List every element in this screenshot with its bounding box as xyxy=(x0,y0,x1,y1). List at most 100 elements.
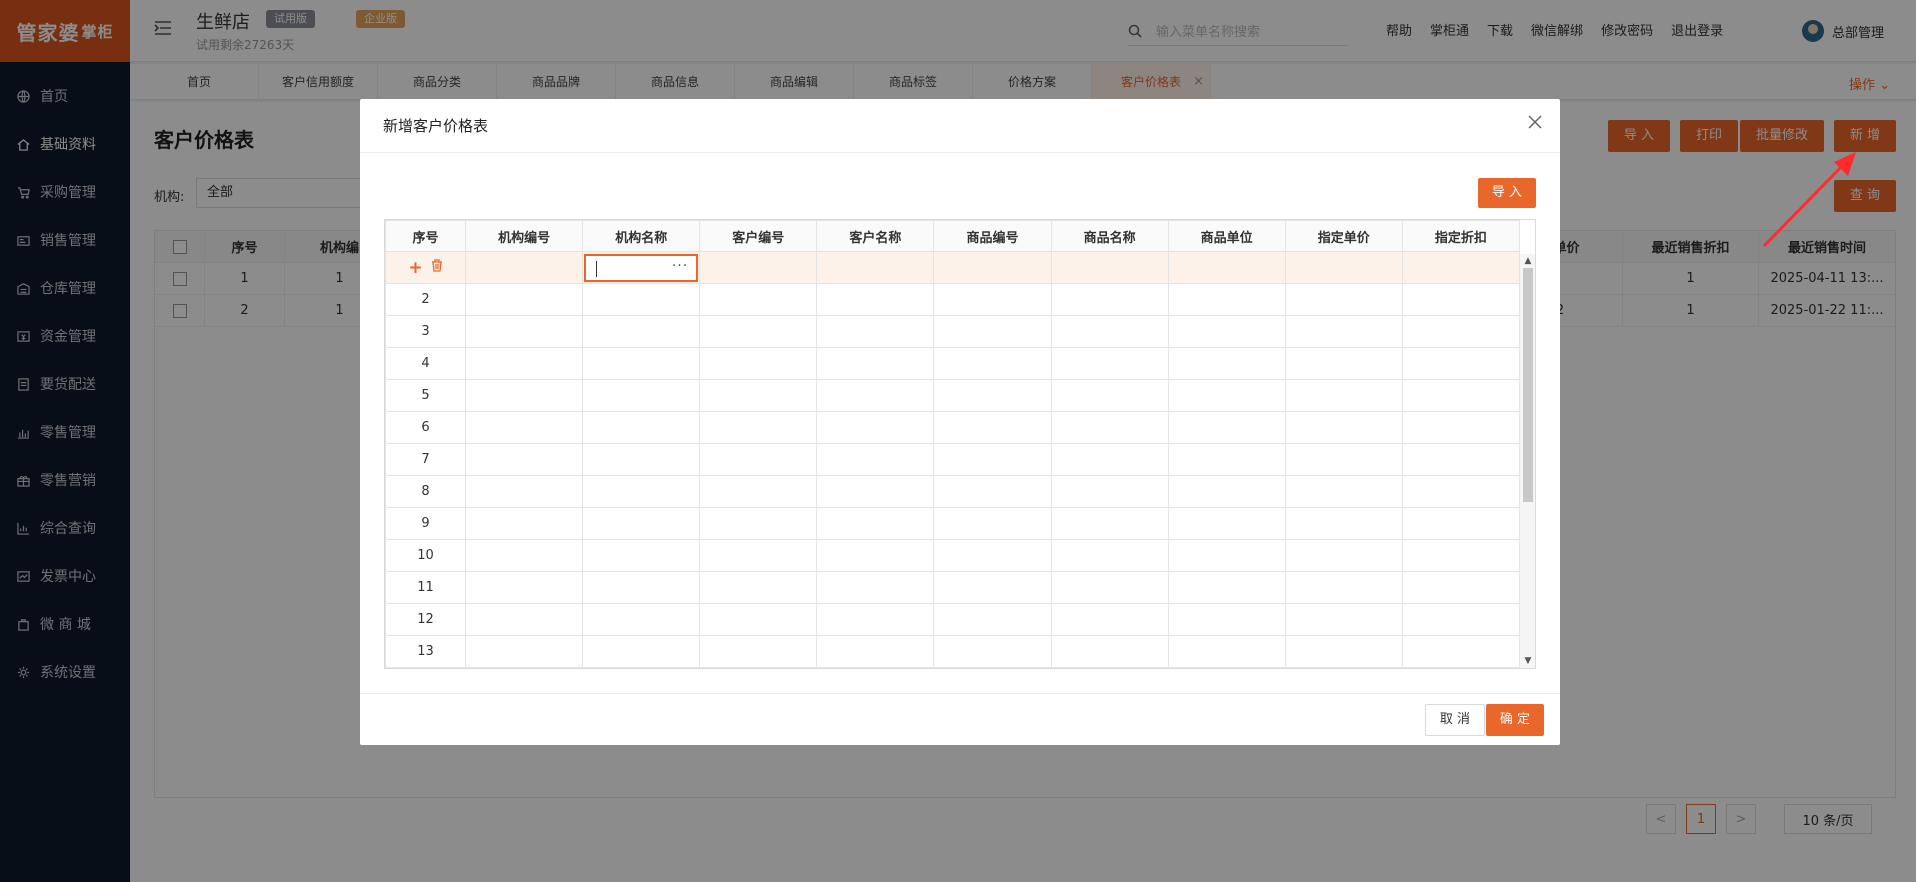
grid-cell[interactable] xyxy=(582,475,701,508)
cancel-button[interactable]: 取 消 xyxy=(1424,704,1485,736)
grid-cell[interactable] xyxy=(816,475,935,508)
grid-cell[interactable] xyxy=(1050,635,1169,668)
grid-cell[interactable] xyxy=(582,539,701,572)
grid-cell[interactable] xyxy=(582,507,701,540)
grid-cell[interactable] xyxy=(582,315,701,348)
table-row[interactable]: 12 xyxy=(385,603,1521,636)
grid-cell[interactable] xyxy=(465,411,584,444)
grid-cell[interactable] xyxy=(1284,635,1403,668)
grid-cell[interactable] xyxy=(933,443,1052,476)
grid-cell[interactable] xyxy=(1050,475,1169,508)
grid-cell[interactable] xyxy=(1284,475,1403,508)
grid-cell[interactable] xyxy=(933,475,1052,508)
grid-cell[interactable] xyxy=(1284,571,1403,604)
grid-cell[interactable] xyxy=(1284,379,1403,412)
grid-cell[interactable] xyxy=(1050,603,1169,636)
table-row[interactable]: 2 xyxy=(385,283,1521,316)
grid-cell[interactable] xyxy=(1284,603,1403,636)
grid-cell[interactable] xyxy=(1284,507,1403,540)
grid-cell[interactable] xyxy=(816,507,935,540)
grid-cell[interactable] xyxy=(699,475,818,508)
grid-cell[interactable] xyxy=(465,571,584,604)
table-row[interactable]: + ··· xyxy=(385,251,1521,284)
table-row[interactable]: 13 xyxy=(385,635,1521,668)
grid-cell[interactable] xyxy=(1401,507,1521,540)
grid-cell[interactable] xyxy=(1050,507,1169,540)
grid-cell[interactable] xyxy=(582,603,701,636)
org-name-cell[interactable]: ··· xyxy=(582,251,701,284)
grid-cell[interactable] xyxy=(1167,411,1286,444)
grid-cell[interactable] xyxy=(1401,603,1521,636)
grid-cell[interactable] xyxy=(465,379,584,412)
table-row[interactable]: 8 xyxy=(385,475,1521,508)
grid-cell[interactable] xyxy=(933,283,1052,316)
table-row[interactable]: 6 xyxy=(385,411,1521,444)
grid-cell[interactable] xyxy=(699,443,818,476)
discount-cell[interactable] xyxy=(1401,251,1521,284)
grid-cell[interactable] xyxy=(465,475,584,508)
grid-cell[interactable] xyxy=(582,283,701,316)
customer-code-cell[interactable] xyxy=(699,251,818,284)
grid-cell[interactable] xyxy=(816,379,935,412)
grid-cell[interactable] xyxy=(1401,635,1521,668)
grid-cell[interactable] xyxy=(1050,315,1169,348)
product-name-cell[interactable] xyxy=(1050,251,1169,284)
grid-cell[interactable] xyxy=(816,443,935,476)
customer-name-cell[interactable] xyxy=(816,251,935,284)
grid-cell[interactable] xyxy=(1284,315,1403,348)
add-row-icon[interactable]: + xyxy=(408,258,422,278)
org-code-cell[interactable] xyxy=(465,251,584,284)
grid-cell[interactable] xyxy=(465,507,584,540)
table-row[interactable]: 3 xyxy=(385,315,1521,348)
grid-cell[interactable] xyxy=(933,603,1052,636)
grid-cell[interactable] xyxy=(816,603,935,636)
grid-cell[interactable] xyxy=(465,635,584,668)
grid-cell[interactable] xyxy=(933,507,1052,540)
grid-cell[interactable] xyxy=(933,315,1052,348)
grid-cell[interactable] xyxy=(1401,347,1521,380)
grid-cell[interactable] xyxy=(1167,635,1286,668)
grid-cell[interactable] xyxy=(1284,411,1403,444)
grid-cell[interactable] xyxy=(699,507,818,540)
grid-cell[interactable] xyxy=(1284,283,1403,316)
more-options-icon[interactable]: ··· xyxy=(672,258,688,274)
grid-cell[interactable] xyxy=(1167,507,1286,540)
grid-cell[interactable] xyxy=(1050,443,1169,476)
grid-cell[interactable] xyxy=(465,283,584,316)
grid-cell[interactable] xyxy=(465,347,584,380)
grid-cell[interactable] xyxy=(816,635,935,668)
vertical-scrollbar[interactable]: ▲ ▼ xyxy=(1519,254,1535,668)
grid-cell[interactable] xyxy=(1167,603,1286,636)
grid-cell[interactable] xyxy=(465,315,584,348)
grid-cell[interactable] xyxy=(582,347,701,380)
scroll-up-icon[interactable]: ▲ xyxy=(1520,254,1535,268)
grid-cell[interactable] xyxy=(1050,283,1169,316)
grid-cell[interactable] xyxy=(933,635,1052,668)
grid-cell[interactable] xyxy=(1284,539,1403,572)
price-cell[interactable] xyxy=(1284,251,1403,284)
table-row[interactable]: 5 xyxy=(385,379,1521,412)
grid-cell[interactable] xyxy=(699,635,818,668)
grid-cell[interactable] xyxy=(1284,347,1403,380)
grid-cell[interactable] xyxy=(933,571,1052,604)
grid-cell[interactable] xyxy=(816,315,935,348)
grid-cell[interactable] xyxy=(699,379,818,412)
grid-cell[interactable] xyxy=(582,571,701,604)
grid-cell[interactable] xyxy=(699,603,818,636)
grid-cell[interactable] xyxy=(1284,443,1403,476)
grid-cell[interactable] xyxy=(1050,411,1169,444)
grid-cell[interactable] xyxy=(699,347,818,380)
confirm-button[interactable]: 确 定 xyxy=(1485,704,1544,736)
grid-cell[interactable] xyxy=(699,315,818,348)
grid-cell[interactable] xyxy=(1401,315,1521,348)
table-row[interactable]: 10 xyxy=(385,539,1521,572)
grid-cell[interactable] xyxy=(1401,475,1521,508)
grid-cell[interactable] xyxy=(699,411,818,444)
grid-cell[interactable] xyxy=(1050,379,1169,412)
grid-cell[interactable] xyxy=(816,571,935,604)
grid-cell[interactable] xyxy=(465,603,584,636)
grid-cell[interactable] xyxy=(582,411,701,444)
grid-cell[interactable] xyxy=(1167,443,1286,476)
grid-cell[interactable] xyxy=(816,539,935,572)
grid-cell[interactable] xyxy=(933,411,1052,444)
